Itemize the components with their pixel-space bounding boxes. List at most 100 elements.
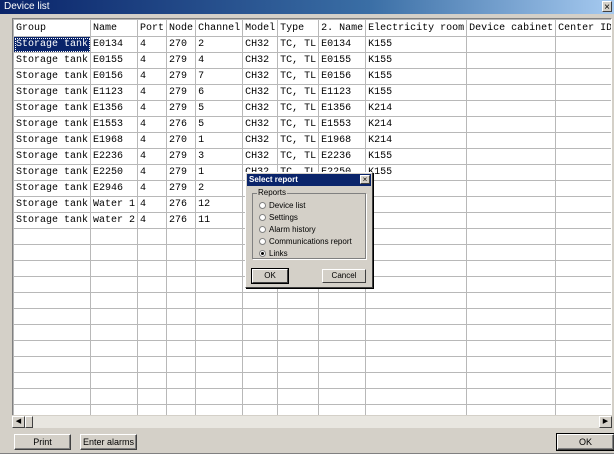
table-cell[interactable]: 4 (137, 52, 168, 69)
enter-alarms-button[interactable]: Enter alarms (80, 434, 137, 450)
table-cell[interactable]: 279 (166, 52, 197, 69)
table-cell[interactable]: 4 (137, 180, 168, 197)
table-cell[interactable]: E1356 (318, 100, 367, 117)
table-cell[interactable]: TC, TL (277, 132, 320, 149)
table-row[interactable]: Storage tank E1968 4 270 1 CH32 TC, TL E1968 K21… (13, 132, 611, 149)
table-cell[interactable]: E1123 (90, 84, 139, 101)
table-cell[interactable]: K155 (365, 52, 468, 69)
table-row[interactable]: Storage tank E2236 4 279 3 CH32 TC, TL E2236 K15… (13, 148, 611, 165)
table-cell[interactable] (466, 196, 557, 213)
radio-settings[interactable]: Settings (259, 212, 298, 223)
table-cell[interactable]: K214 (365, 132, 468, 149)
table-cell[interactable]: TC, TL (277, 116, 320, 133)
table-cell[interactable]: CH32 (242, 68, 279, 85)
radio-device-list[interactable]: Device list (259, 200, 305, 211)
table-cell[interactable]: 11 (195, 212, 244, 229)
column-header[interactable]: Model (242, 19, 279, 37)
table-row[interactable]: Storage tank E0155 4 279 4 CH32 TC, TL E0155 K15… (13, 52, 611, 69)
table-cell[interactable]: TC, TL (277, 84, 320, 101)
table-cell[interactable]: CH32 (242, 116, 279, 133)
table-cell[interactable]: E0156 (90, 68, 139, 85)
column-header[interactable]: 2. Name (318, 19, 367, 37)
radio-icon[interactable] (259, 238, 266, 245)
table-cell[interactable] (555, 116, 611, 133)
table-cell[interactable]: E2946 (90, 180, 139, 197)
radio-icon[interactable] (259, 202, 266, 209)
radio-links[interactable]: Links (259, 248, 288, 259)
table-cell[interactable]: 4 (137, 36, 168, 53)
table-cell[interactable]: 7 (195, 68, 244, 85)
column-header[interactable]: Group (13, 19, 92, 37)
table-cell[interactable] (555, 52, 611, 69)
table-cell[interactable]: E0156 (318, 68, 367, 85)
column-header[interactable]: Device cabinet (466, 19, 557, 37)
table-cell[interactable]: Storage tank (13, 116, 92, 133)
table-cell[interactable] (466, 52, 557, 69)
table-cell[interactable]: 4 (137, 68, 168, 85)
table-cell[interactable] (365, 180, 468, 197)
dialog-close-icon[interactable]: × (360, 175, 370, 184)
table-cell[interactable] (365, 212, 468, 229)
table-cell[interactable]: 4 (137, 164, 168, 181)
horizontal-scrollbar[interactable]: ◀ ▶ (12, 415, 612, 428)
table-cell[interactable]: CH32 (242, 100, 279, 117)
table-row[interactable]: Storage tank E1123 4 279 6 CH32 TC, TL E1123 K15… (13, 84, 611, 101)
table-cell[interactable]: E1553 (90, 116, 139, 133)
table-cell[interactable] (555, 84, 611, 101)
column-header[interactable]: Center ID (555, 19, 611, 37)
table-cell[interactable]: CH32 (242, 36, 279, 53)
table-cell[interactable]: 3 (195, 148, 244, 165)
table-cell[interactable]: CH32 (242, 132, 279, 149)
table-cell[interactable] (365, 196, 468, 213)
table-cell[interactable]: 276 (166, 116, 197, 133)
ok-button[interactable]: OK (556, 433, 614, 451)
table-cell[interactable]: E1553 (318, 116, 367, 133)
table-cell[interactable]: Storage tank (13, 52, 92, 69)
table-cell[interactable] (555, 164, 611, 181)
radio-alarm-history[interactable]: Alarm history (259, 224, 316, 235)
table-cell[interactable]: E1968 (318, 132, 367, 149)
table-cell[interactable]: CH32 (242, 52, 279, 69)
table-cell[interactable]: E0155 (90, 52, 139, 69)
table-cell[interactable] (466, 84, 557, 101)
table-cell[interactable]: TC, TL (277, 52, 320, 69)
table-cell[interactable]: 4 (137, 212, 168, 229)
table-cell[interactable]: 4 (137, 196, 168, 213)
table-cell[interactable]: 4 (137, 100, 168, 117)
table-cell[interactable] (555, 212, 611, 229)
table-cell[interactable] (466, 68, 557, 85)
table-cell[interactable]: 2 (195, 180, 244, 197)
table-cell[interactable]: K214 (365, 116, 468, 133)
table-cell[interactable] (466, 212, 557, 229)
table-cell[interactable]: TC, TL (277, 148, 320, 165)
table-cell[interactable]: Storage tank (13, 196, 92, 213)
table-cell[interactable]: Water 1 (90, 196, 139, 213)
table-cell[interactable] (466, 116, 557, 133)
table-cell[interactable] (555, 68, 611, 85)
table-cell[interactable]: Storage tank (13, 84, 92, 101)
print-button[interactable]: Print (14, 434, 71, 450)
table-cell[interactable]: E0155 (318, 52, 367, 69)
table-cell[interactable] (466, 100, 557, 117)
table-cell[interactable]: 279 (166, 100, 197, 117)
table-cell[interactable] (555, 132, 611, 149)
table-cell[interactable]: 4 (137, 132, 168, 149)
table-cell[interactable]: E2236 (318, 148, 367, 165)
table-cell[interactable]: 276 (166, 212, 197, 229)
table-cell[interactable]: K155 (365, 68, 468, 85)
table-cell[interactable]: TC, TL (277, 100, 320, 117)
table-cell[interactable] (466, 164, 557, 181)
radio-checked-icon[interactable] (259, 250, 266, 257)
table-cell[interactable]: E1968 (90, 132, 139, 149)
table-cell[interactable]: 5 (195, 100, 244, 117)
table-cell[interactable]: E0134 (90, 36, 139, 53)
table-cell[interactable]: E1356 (90, 100, 139, 117)
table-cell[interactable]: 1 (195, 132, 244, 149)
table-cell[interactable]: Storage tank (13, 36, 92, 53)
table-cell[interactable]: 279 (166, 164, 197, 181)
radio-communications-report[interactable]: Communications report (259, 236, 352, 247)
column-header[interactable]: Type (277, 19, 320, 37)
table-cell[interactable]: 6 (195, 84, 244, 101)
dialog-cancel-button[interactable]: Cancel (322, 269, 366, 283)
table-cell[interactable] (555, 148, 611, 165)
